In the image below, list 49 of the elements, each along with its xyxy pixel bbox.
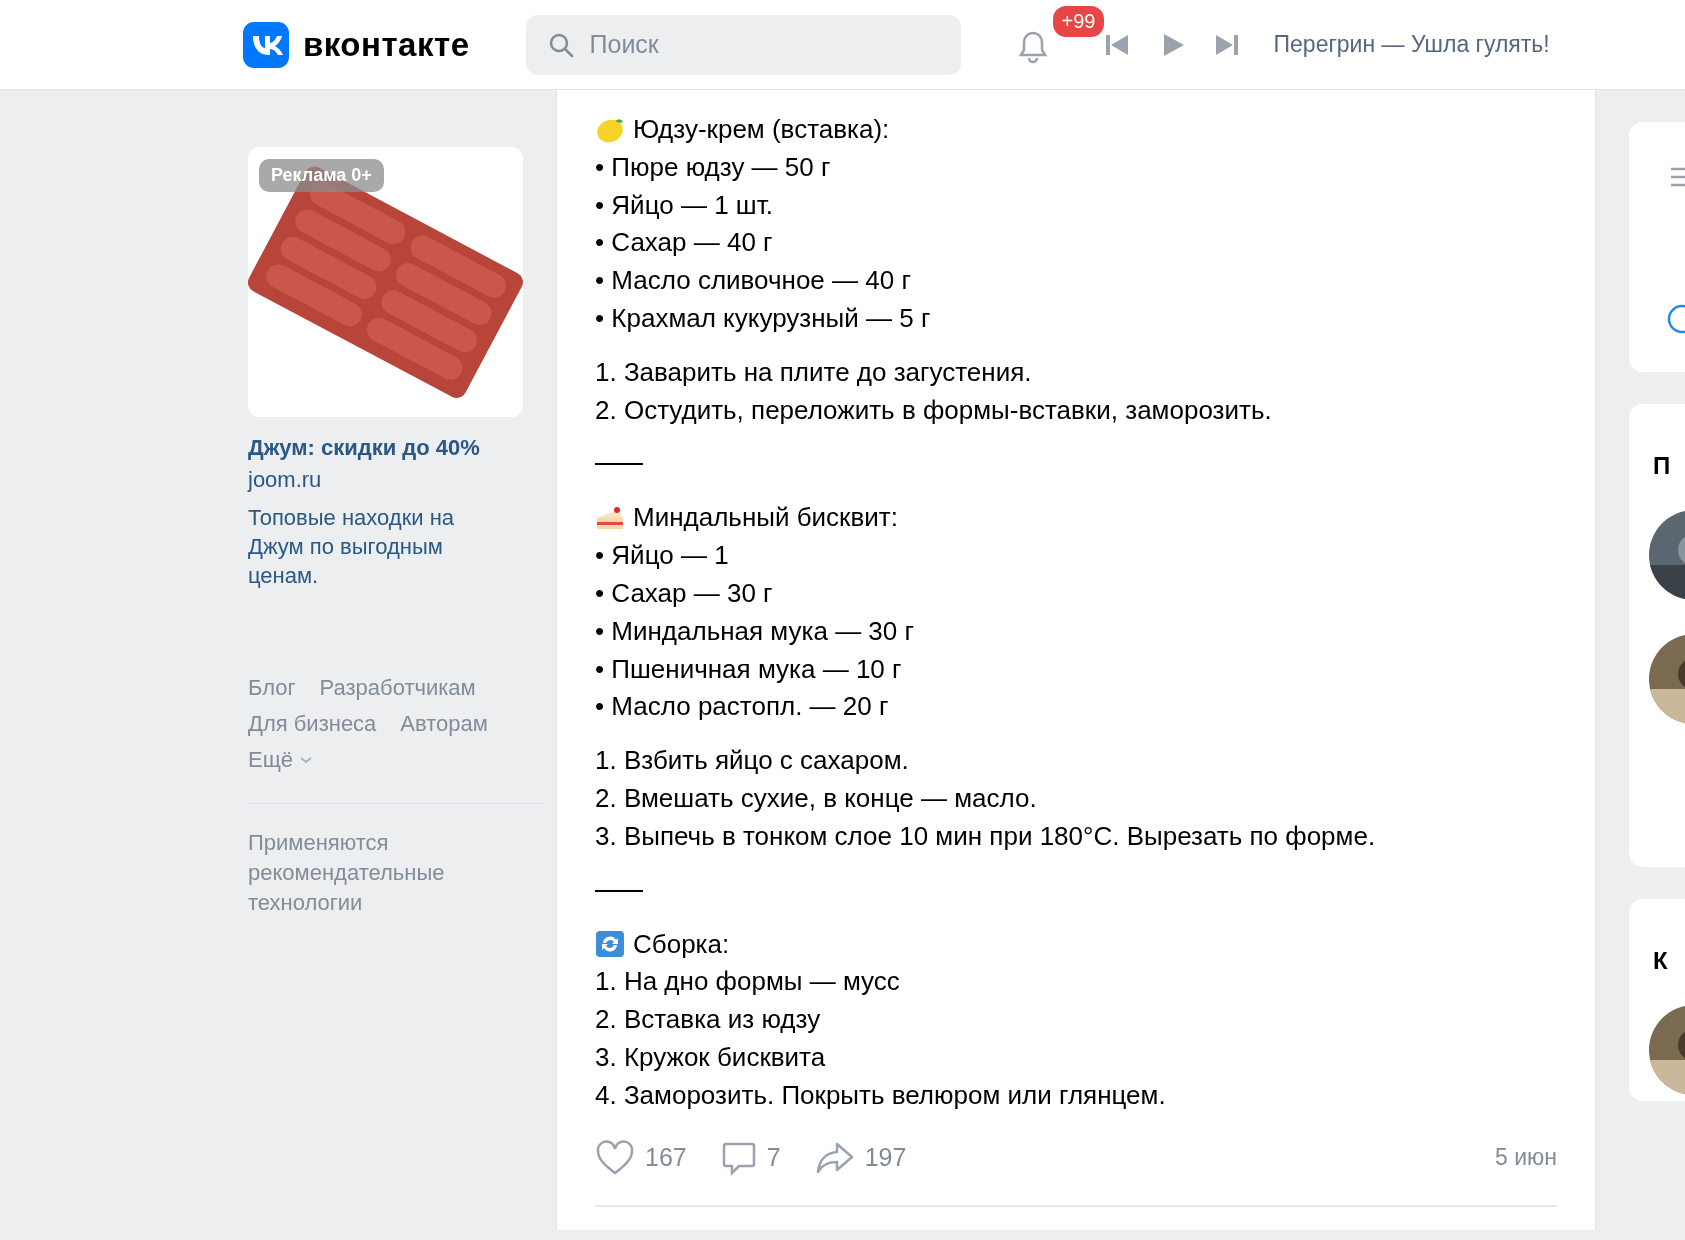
footer-note: Применяются рекомендательные технологии — [248, 829, 446, 917]
ingredient-line: • Яйцо — 1 — [595, 539, 729, 573]
separator-line — [595, 463, 643, 466]
step-line: 3. Кружок бисквита — [595, 1040, 826, 1074]
step-line: 4. Заморозить. Покрыть велюром или глянцем. — [595, 1078, 1166, 1112]
card-heading: П — [1653, 452, 1671, 479]
ingredient-line: • Пшеничная мука — 10 г — [595, 652, 902, 686]
ad-description[interactable]: Топовые находки на Джум по выгодным ценам. — [248, 503, 473, 590]
section-heading: Миндальный бисквит: — [633, 501, 898, 535]
ingredient-line: • Пюре юдзу — 50 г — [595, 150, 831, 184]
footer-link[interactable]: Разработчикам — [319, 675, 476, 701]
refresh-icon — [595, 930, 625, 959]
status-text[interactable]: Перегрин — Ушла гулять! — [1273, 31, 1550, 58]
ingredient-line: • Масло сливочное — 40 г — [595, 264, 911, 298]
chevron-icon — [299, 755, 313, 765]
brand-name: вконтакте — [303, 25, 470, 64]
footer-link[interactable]: Блог — [248, 675, 296, 701]
step-line: 2. Вставка из юдзу — [595, 1003, 821, 1037]
search-field[interactable]: Поиск — [525, 14, 961, 75]
logo-icon[interactable] — [243, 21, 289, 68]
heart-icon — [595, 1139, 635, 1176]
separator-line — [595, 889, 643, 892]
section-heading: Юдзу-крем (вставка): — [633, 113, 890, 146]
step-line: 1. Взбить яйцо с сахаром. — [595, 744, 909, 778]
step-line: 1. Заварить на плите до загустения. — [595, 355, 1032, 389]
ingredient-line: • Яйцо — 1 шт. — [595, 188, 773, 222]
like-button[interactable]: 167 — [595, 1139, 687, 1176]
step-line: 2. Вмешать сухие, в конце — масло. — [595, 781, 1037, 815]
share-button[interactable]: 197 — [814, 1139, 907, 1176]
section-heading: Сборка: — [633, 927, 730, 961]
ingredient-line: • Крахмал кукурузный — 5 г — [595, 302, 931, 335]
search-input[interactable]: Поиск — [587, 29, 892, 60]
step-line: 2. Остудить, переложить в формы-вставки, заморозить. — [595, 393, 1272, 427]
ingredient-line: • Масло растопл. — 20 г — [595, 690, 889, 724]
more-link[interactable]: Ещё — [248, 747, 313, 773]
step-line: 3. Выпечь в тонком слое 10 мин при 180°C. Вырезать по форме. — [595, 819, 1376, 853]
ad-label: Реклама 0+ — [259, 159, 384, 192]
comment-button[interactable]: 7 — [720, 1139, 781, 1176]
search-icon — [547, 31, 574, 58]
step-line: 1. На дно формы — мусс — [595, 965, 900, 999]
ingredient-line: • Миндальная мука — 30 г — [595, 614, 914, 648]
card-heading: К — [1653, 947, 1668, 974]
ingredient-line: • Сахар — 40 г — [595, 226, 773, 260]
footer-link[interactable]: Авторам — [400, 711, 488, 737]
footer-link[interactable]: Для бизнеса — [248, 711, 377, 737]
ad-domain[interactable]: joom.ru — [248, 467, 523, 493]
ad-title[interactable]: Джум: скидки до 40% — [248, 435, 523, 461]
post-date: 5 июн — [1495, 1144, 1557, 1172]
ingredient-line: • Сахар — 30 г — [595, 576, 773, 610]
